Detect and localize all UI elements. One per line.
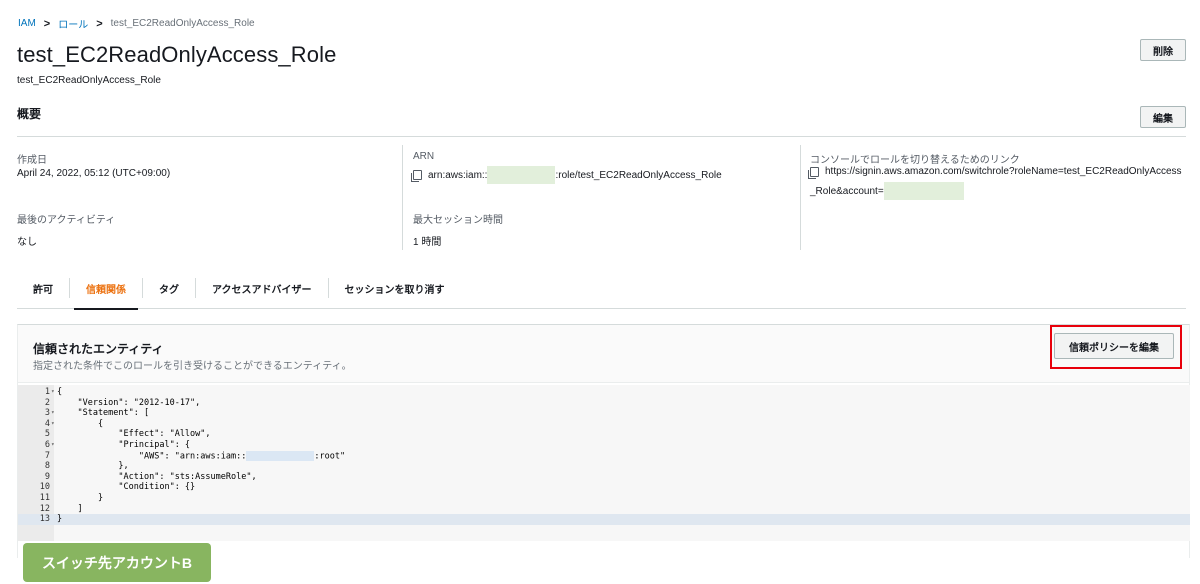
last-activity-value: なし [17,237,37,248]
code-line: 10 "Condition": {} [18,482,1190,493]
column-divider [402,145,403,250]
redacted-account-id [246,450,315,461]
code-text-segment: }, [57,461,129,472]
code-line: 8 }, [18,461,1190,472]
code-line: 3 ▾ "Statement": [ [18,408,1190,419]
code-line: 6 ▾ "Principal": { [18,440,1190,451]
delete-button[interactable]: 削除 [1140,39,1186,61]
code-text-segment: } [57,493,104,503]
code-text-segment: "AWS": "arn:aws:iam:: [57,451,247,462]
code-text-segment: ] [57,503,83,514]
divider [17,136,1186,137]
code-text: "Effect": "Allow", [57,429,211,440]
code-text: } [57,514,62,525]
line-number: 7 [44,450,50,461]
line-number: 5 [44,429,50,440]
breadcrumb-current: test_EC2ReadOnlyAccess_Role [110,18,255,29]
code-text: { [57,419,103,430]
breadcrumb-roles-link[interactable]: ロール [58,16,88,31]
line-number: 10 [39,482,50,493]
code-line: 7 "AWS": "arn:aws:iam:::root" [18,450,1190,462]
code-text: "Principal": { [57,440,190,451]
summary-title: 概要 [17,107,42,121]
line-number: 8 [44,461,50,472]
page-subtitle: test_EC2ReadOnlyAccess_Role [17,75,161,86]
annotation-highlight-box [1050,325,1182,369]
switch-link-line-2: _Role&account= [810,182,964,200]
code-text-segment: :root" [314,451,346,462]
breadcrumb-separator: > [96,17,103,30]
arn-label: ARN [413,151,435,162]
code-text-segment: { [57,418,104,429]
arn-prefix: arn:aws:iam:: [428,169,488,181]
edit-button[interactable]: 編集 [1140,106,1186,128]
panel-header: 信頼されたエンティティ 指定された条件でこのロールを引き受けることができるエンテ… [18,325,1189,383]
line-number: 4 [44,418,50,429]
code-text: ] [57,503,83,515]
trust-policy-editor[interactable]: 1 ▾{2 "Version": "2012-10-17", 3 ▾ "Stateme… [18,385,1190,541]
code-text-segment: } [57,514,63,525]
switch-link-url-cont[interactable]: _Role&account= [810,186,884,197]
line-number: 3 [44,408,50,419]
code-text: } [57,493,103,504]
code-text-segment: "Condition": {} [57,482,196,493]
line-number: 11 [39,493,50,503]
code-line: 1 ▾{ [18,387,1190,398]
panel-title: 信頼されたエンティティ [33,342,164,356]
code-text: "AWS": "arn:aws:iam:::root" [57,450,346,462]
redacted-account-id [883,182,964,200]
tab-bar: 許可 信頼関係 タグ アクセスアドバイザー セッションを取り消す [17,268,1186,310]
tab-permissions[interactable]: 許可 [17,268,69,309]
code-line: 4 ▾ { [18,419,1190,430]
code-line: 2 "Version": "2012-10-17", [18,398,1190,409]
code-text: { [57,387,62,398]
code-line: 11 } [18,493,1190,504]
last-activity-label: 最後のアクティビティ [17,215,116,226]
code-text-segment: "Action": "sts:AssumeRole", [57,471,257,482]
breadcrumb-iam-link[interactable]: IAM [18,18,36,29]
line-number: 12 [39,503,50,514]
line-number: 13 [39,514,50,525]
line-number: 2 [44,397,50,408]
created-label: 作成日 [17,155,47,166]
code-text: "Version": "2012-10-17", [57,398,200,409]
code-line: 9 "Action": "sts:AssumeRole", [18,472,1190,483]
annotation-badge: スイッチ先アカウントB [23,543,211,582]
tab-tags[interactable]: タグ [143,268,195,309]
line-number: 6 [44,440,50,450]
arn-suffix: :role/test_EC2ReadOnlyAccess_Role [555,169,722,181]
breadcrumb: IAM > ロール > test_EC2ReadOnlyAccess_Role [18,16,255,32]
code-text: "Statement": [ [57,408,149,419]
page-title: test_EC2ReadOnlyAccess_Role [17,42,337,67]
switch-link-url[interactable]: https://signin.aws.amazon.com/switchrole… [825,166,1182,177]
tab-access-advisor[interactable]: アクセスアドバイザー [196,268,328,309]
line-number: 9 [44,471,50,482]
line-number: 1 [44,387,50,397]
panel-description: 指定された条件でこのロールを引き受けることができるエンティティ。 [33,361,352,372]
code-text: }, [57,461,129,472]
code-text: "Condition": {} [57,482,195,493]
max-session-label: 最大セッション時間 [413,215,503,226]
code-text-segment: "Effect": "Allow", [57,429,211,440]
code-line: 5 "Effect": "Allow", [18,429,1190,440]
code-text-segment: { [57,387,63,397]
code-line: 12 ] [18,504,1190,515]
arn-value: arn:aws:iam:: :role/test_EC2ReadOnlyAcce… [411,166,722,184]
code-text-segment: "Principal": { [57,440,191,450]
column-divider [800,145,801,250]
redacted-account-id [487,166,556,184]
code-text-segment: "Version": "2012-10-17", [57,397,201,408]
created-value: April 24, 2022, 05:12 (UTC+09:00) [17,168,171,179]
max-session-value: 1 時間 [413,237,442,248]
tab-trust-relationships[interactable]: 信頼関係 [70,268,142,310]
copy-icon[interactable] [411,170,422,182]
switch-link-label: コンソールでロールを切り替えるためのリンク [810,155,1020,166]
tab-revoke-sessions[interactable]: セッションを取り消す [329,268,461,309]
switch-link-line-1: https://signin.aws.amazon.com/switchrole… [808,166,1182,179]
breadcrumb-separator: > [43,17,51,30]
code-text-segment: "Statement": [ [57,408,150,419]
code-line: 13} [18,514,1190,525]
code-text: "Action": "sts:AssumeRole", [57,471,257,483]
copy-icon[interactable] [808,166,819,179]
